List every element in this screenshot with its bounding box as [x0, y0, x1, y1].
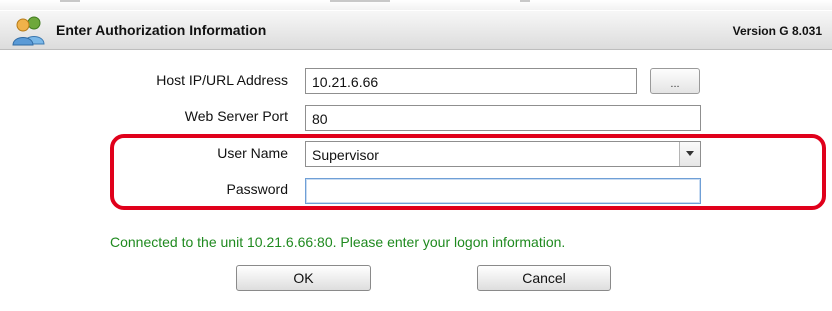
version-label: Version G 8.031: [732, 24, 822, 38]
cancel-button[interactable]: Cancel: [477, 265, 611, 291]
users-icon: [10, 14, 50, 46]
edge-tick: [60, 0, 80, 2]
port-label: Web Server Port: [184, 108, 288, 124]
login-dialog: Enter Authorization Information Version …: [0, 0, 832, 311]
host-input[interactable]: 10.21.6.66: [305, 68, 637, 94]
window-top-edge: [0, 0, 832, 10]
status-message: Connected to the unit 10.21.6.66:80. Ple…: [110, 234, 566, 250]
edge-tick: [330, 0, 390, 2]
dialog-title: Enter Authorization Information: [56, 22, 267, 38]
dialog-header: Enter Authorization Information Version …: [0, 11, 832, 50]
browse-button[interactable]: ...: [650, 68, 700, 94]
edge-tick: [520, 0, 530, 2]
port-input[interactable]: 80: [305, 105, 701, 131]
highlight-annotation: [110, 134, 826, 210]
ok-button[interactable]: OK: [236, 265, 371, 291]
host-label: Host IP/URL Address: [156, 72, 288, 88]
